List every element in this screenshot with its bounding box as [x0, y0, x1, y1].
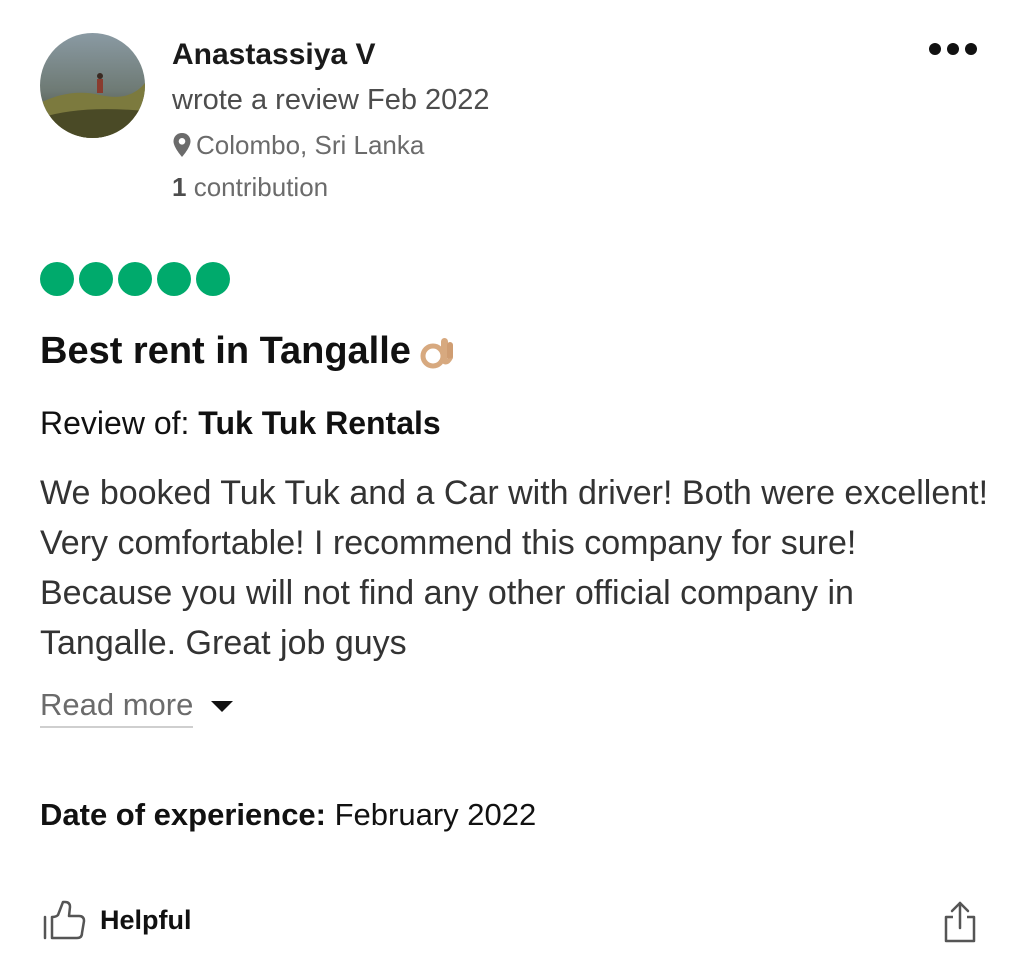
reviewer-location: Colombo, Sri Lanka [172, 128, 490, 162]
date-value: February 2022 [334, 797, 537, 832]
rating-bubble [40, 262, 74, 296]
rating-bubble [118, 262, 152, 296]
reviewer-info: Anastassiya V wrote a review Feb 2022 Co… [172, 36, 490, 204]
helpful-label: Helpful [100, 904, 192, 935]
review-card: Anastassiya V wrote a review Feb 2022 Co… [0, 0, 1024, 968]
review-title[interactable]: Best rent in Tangalle [40, 326, 459, 376]
rating-bubble [157, 262, 191, 296]
contributions-count: 1 [172, 172, 187, 202]
contributions: 1 contribution [172, 170, 490, 204]
review-of: Review of: Tuk Tuk Rentals [40, 400, 441, 446]
review-title-text: Best rent in Tangalle [40, 330, 411, 372]
date-of-experience: Date of experience: February 2022 [40, 794, 536, 836]
ok-hand-emoji [420, 338, 453, 369]
read-more-button[interactable]: Read more [40, 684, 234, 728]
avatar[interactable] [40, 33, 145, 138]
review-body: We booked Tuk Tuk and a Car with driver!… [40, 474, 989, 662]
read-more-label: Read more [40, 684, 194, 728]
location-pin-icon [173, 133, 191, 157]
date-label: Date of experience: [40, 797, 326, 832]
rating-bubbles [40, 262, 230, 296]
rating-bubble [196, 262, 230, 296]
rating-bubble [79, 262, 113, 296]
thumbs-up-icon [43, 900, 86, 940]
share-icon[interactable] [941, 900, 979, 949]
caret-down-icon [211, 700, 234, 712]
reviewer-name[interactable]: Anastassiya V [172, 36, 490, 74]
location-text: Colombo, Sri Lanka [196, 130, 425, 160]
review-of-business[interactable]: Tuk Tuk Rentals [198, 405, 440, 441]
more-dots-icon[interactable] [929, 43, 977, 55]
review-meta: wrote a review Feb 2022 [172, 84, 490, 116]
review-of-label: Review of: [40, 405, 190, 441]
contributions-label: contribution [193, 172, 329, 202]
helpful-button[interactable]: Helpful [42, 900, 192, 940]
